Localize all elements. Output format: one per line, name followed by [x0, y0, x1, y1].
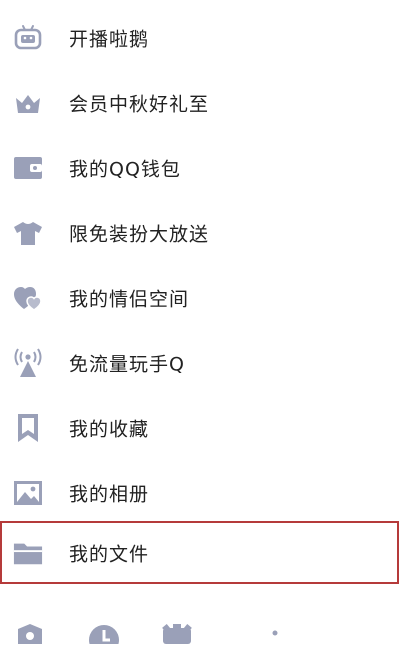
- menu-item-favorites[interactable]: 我的收藏: [0, 400, 400, 456]
- tv-robot-icon: [13, 23, 43, 53]
- menu-item-label: 我的QQ钱包: [69, 158, 181, 181]
- clock-icon[interactable]: [88, 624, 120, 648]
- selection-highlight-box: [0, 521, 399, 584]
- bookmark-icon: [13, 413, 43, 443]
- menu-item-live-streaming[interactable]: 开播啦鹅: [0, 10, 400, 66]
- menu-item-vip-gift[interactable]: 会员中秋好礼至: [0, 75, 400, 131]
- menu-item-free-decoration[interactable]: 限免装扮大放送: [0, 205, 400, 261]
- menu-item-label: 会员中秋好礼至: [69, 93, 210, 116]
- menu-item-label: 限免装扮大放送: [69, 223, 210, 246]
- menu-item-qq-wallet[interactable]: 我的QQ钱包: [0, 140, 400, 196]
- bottom-toolbar: [0, 608, 400, 648]
- menu-item-label: 免流量玩手Q: [69, 353, 185, 376]
- menu-item-free-data[interactable]: 免流量玩手Q: [0, 335, 400, 391]
- signal-tower-icon: [13, 348, 43, 378]
- wallet-icon: [13, 153, 43, 183]
- tshirt-icon: [13, 218, 43, 248]
- menu-item-label: 我的收藏: [69, 418, 150, 441]
- couple-hearts-icon: [13, 283, 43, 313]
- menu-item-label: 我的相册: [69, 483, 150, 506]
- shield-icon[interactable]: [16, 624, 44, 648]
- moon-icon[interactable]: [268, 624, 282, 648]
- menu-item-label: 我的情侣空间: [69, 288, 190, 311]
- menu-item-label: 开播啦鹅: [69, 28, 150, 51]
- menu-item-couple-space[interactable]: 我的情侣空间: [0, 270, 400, 326]
- photo-album-icon: [13, 478, 43, 508]
- gear-icon[interactable]: [160, 624, 194, 648]
- menu-item-photo-album[interactable]: 我的相册: [0, 465, 400, 521]
- crown-icon: [13, 88, 43, 118]
